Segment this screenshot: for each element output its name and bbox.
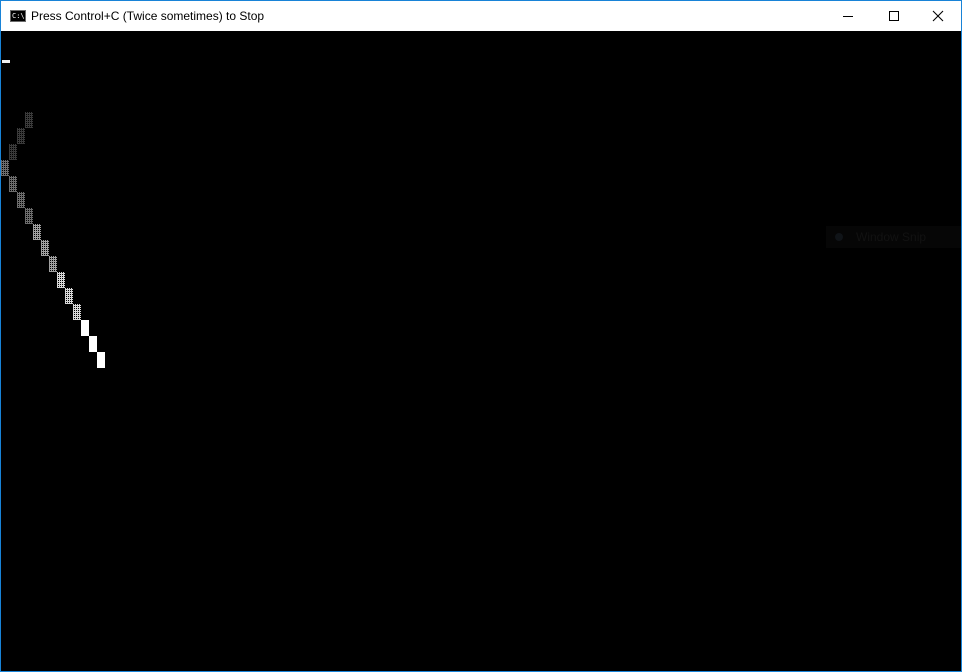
trail-cell: [73, 304, 81, 320]
trail-cell: [89, 336, 97, 352]
trail-cell: [17, 192, 25, 208]
trail-cell: [17, 128, 25, 144]
title-bar[interactable]: C:\ Press Control+C (Twice sometimes) to…: [1, 1, 961, 31]
window-title: Press Control+C (Twice sometimes) to Sto…: [31, 9, 265, 23]
trail-cell: [25, 208, 33, 224]
trail-cell: [65, 288, 73, 304]
trail-cell: [57, 272, 65, 288]
trail-cell: [41, 240, 49, 256]
maximize-icon: [889, 11, 899, 21]
minimize-icon: [843, 16, 853, 17]
minimize-button[interactable]: [825, 1, 871, 31]
console-area[interactable]: [1, 31, 961, 671]
snip-icon: [835, 233, 843, 241]
trail-cell: [33, 224, 41, 240]
trail-cell: [81, 320, 89, 336]
trail-cell: [97, 352, 105, 368]
close-icon: [932, 10, 944, 22]
trail-cell: [49, 256, 57, 272]
trail-cell: [9, 144, 17, 160]
maximize-button[interactable]: [871, 1, 917, 31]
trail-cell: [25, 112, 33, 128]
close-button[interactable]: [915, 1, 961, 31]
console-icon[interactable]: C:\: [10, 10, 26, 22]
console-window: C:\ Press Control+C (Twice sometimes) to…: [0, 0, 962, 672]
snap-assist-label: Window Snip: [856, 230, 927, 244]
text-cursor: [2, 60, 10, 63]
trail-cell: [9, 176, 17, 192]
snap-assist-hint: Window Snip: [826, 226, 961, 248]
trail-cell: [1, 160, 9, 176]
